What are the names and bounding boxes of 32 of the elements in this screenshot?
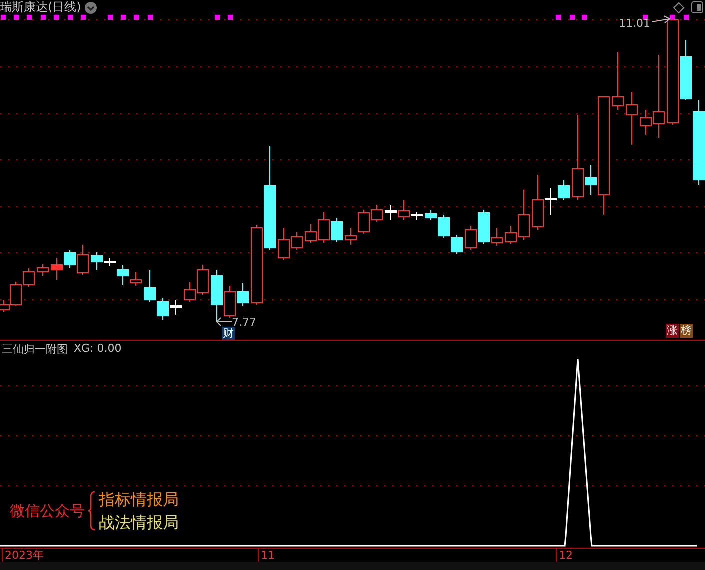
candlestick — [612, 52, 624, 110]
arrow-icon — [216, 318, 232, 326]
candlestick — [51, 258, 63, 280]
high-price-label: 11.01 — [619, 17, 650, 30]
low-price-label: 7.77 — [232, 316, 256, 329]
dropdown-icon[interactable] — [85, 2, 98, 14]
candlestick — [626, 92, 638, 146]
promo-text: 指标情报局 — [99, 489, 179, 510]
diamond-icon[interactable] — [673, 2, 685, 14]
candlestick — [558, 180, 570, 200]
candlestick — [237, 282, 249, 306]
candlestick — [465, 226, 477, 250]
promo-text: 战法情报局 — [99, 512, 179, 533]
candlestick — [37, 264, 49, 276]
panel-toggle-icon[interactable] — [692, 2, 704, 14]
candlestick — [358, 210, 370, 234]
candlestick — [130, 272, 142, 286]
chart-badge: 榜 — [680, 324, 693, 338]
candlestick — [371, 204, 383, 222]
indicator-reading: XG: 0.00 — [74, 342, 122, 357]
indicator-title: 三仙归一附图 — [2, 342, 68, 357]
chart-badge: 涨 — [666, 324, 679, 338]
arrow-icon — [652, 16, 671, 24]
candlestick — [345, 228, 357, 246]
finance-event-badge: 财 — [222, 327, 235, 340]
candlestick — [23, 268, 35, 288]
candlestick — [331, 218, 343, 242]
candlestick — [385, 204, 397, 220]
chart-title: 瑞斯康达(日线) — [0, 0, 82, 16]
brace-icon — [88, 491, 96, 531]
promo-label: 微信公众号 — [10, 502, 85, 520]
candlestick — [451, 234, 463, 254]
